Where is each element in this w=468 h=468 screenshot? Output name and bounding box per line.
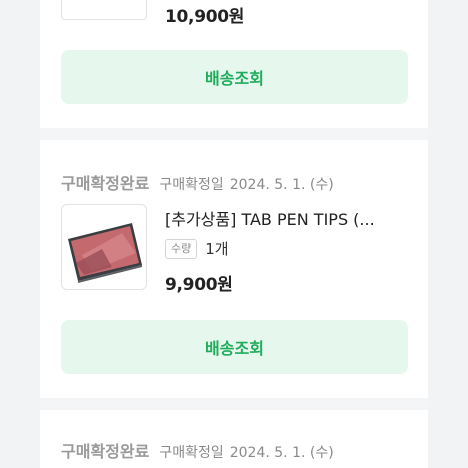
delivery-tracking-button[interactable]: 배송조회 <box>61 50 408 104</box>
confirm-date-label: 구매확정일 <box>159 177 224 193</box>
order-divider <box>40 398 428 410</box>
confirm-date-label: 구매확정일 <box>159 445 224 461</box>
order-status: 구매확정완료 <box>61 174 150 193</box>
order-divider <box>40 128 428 140</box>
product-thumbnail[interactable] <box>61 0 147 20</box>
order-header: 구매확정완료 구매확정일 2024. 5. 1. (수) <box>61 170 334 194</box>
confirm-date: 2024. 5. 1. (수) <box>229 177 334 193</box>
order-header: 구매확정완료 구매확정일 2024. 5. 1. (수) <box>61 438 334 462</box>
quantity-value: 1개 <box>205 240 229 258</box>
product-thumbnail[interactable] <box>61 204 147 290</box>
product-price: 9,900원 <box>165 275 233 295</box>
tablet-image <box>68 223 142 283</box>
order-status: 구매확정완료 <box>61 442 150 461</box>
product-price: 10,900원 <box>165 7 245 27</box>
delivery-tracking-button[interactable]: 배송조회 <box>61 320 408 374</box>
quantity-badge: 수량 <box>165 238 198 259</box>
confirm-date: 2024. 5. 1. (수) <box>229 445 334 461</box>
quantity-row: 수량 1개 <box>165 238 229 259</box>
product-name[interactable]: [추가상품] TAB PEN TIPS (... <box>165 206 405 230</box>
